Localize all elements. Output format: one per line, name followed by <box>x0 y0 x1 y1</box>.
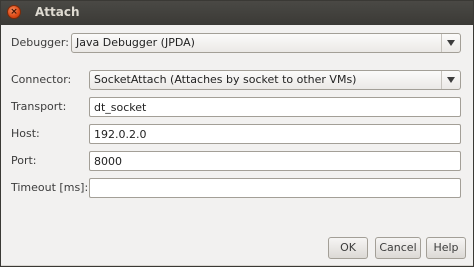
connector-label: Connector: <box>11 73 72 86</box>
cancel-button[interactable]: Cancel <box>375 237 421 259</box>
debugger-label: Debugger: <box>11 36 69 49</box>
debugger-value: Java Debugger (JPDA) <box>76 36 195 49</box>
debugger-select[interactable]: Java Debugger (JPDA) <box>71 33 461 53</box>
window-title: Attach <box>35 5 80 19</box>
title-bar[interactable]: × Attach <box>1 1 473 25</box>
close-icon[interactable]: × <box>7 5 21 19</box>
ok-button[interactable]: OK <box>328 237 368 259</box>
timeout-field[interactable] <box>89 178 461 198</box>
port-value: 8000 <box>94 155 122 168</box>
host-field[interactable]: 192.0.2.0 <box>89 124 461 144</box>
transport-value: dt_socket <box>94 101 147 114</box>
attach-dialog: × Attach Debugger: Java Debugger (JPDA) … <box>0 0 474 267</box>
port-label: Port: <box>11 154 37 167</box>
help-button[interactable]: Help <box>426 237 466 259</box>
chevron-down-icon[interactable] <box>441 34 460 52</box>
connector-value: SocketAttach (Attaches by socket to othe… <box>94 73 357 86</box>
transport-field[interactable]: dt_socket <box>89 97 461 117</box>
host-value: 192.0.2.0 <box>94 128 147 141</box>
port-field[interactable]: 8000 <box>89 151 461 171</box>
chevron-down-icon[interactable] <box>441 71 460 89</box>
bottom-divider <box>1 265 473 266</box>
timeout-label: Timeout [ms]: <box>11 181 89 194</box>
transport-label: Transport: <box>11 100 67 113</box>
host-label: Host: <box>11 127 40 140</box>
connector-select[interactable]: SocketAttach (Attaches by socket to othe… <box>89 70 461 90</box>
